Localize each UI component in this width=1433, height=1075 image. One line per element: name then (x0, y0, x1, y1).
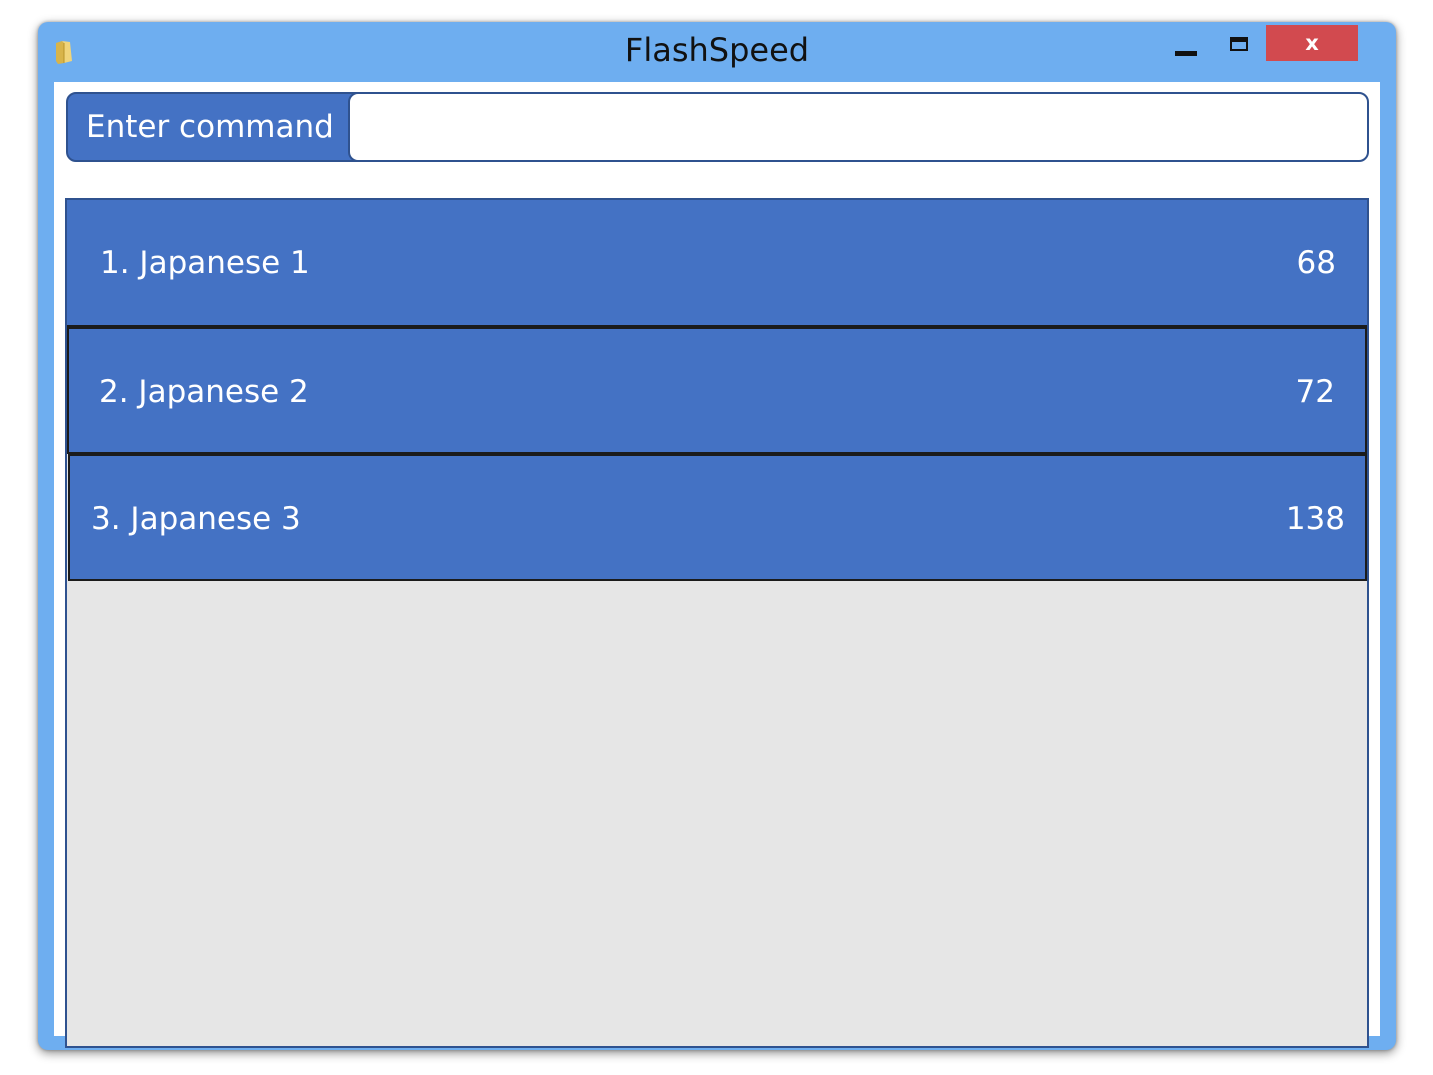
maximize-button[interactable] (1218, 30, 1262, 64)
deck-list-item[interactable]: 1. Japanese 1 68 (67, 200, 1367, 327)
command-input[interactable] (348, 92, 1369, 162)
deck-card-count: 68 (1296, 245, 1336, 281)
deck-name: 2. Japanese 2 (99, 374, 309, 410)
deck-name: 1. Japanese 1 (100, 245, 310, 281)
close-button[interactable]: x (1266, 25, 1358, 61)
deck-list-item[interactable]: 2. Japanese 2 72 (67, 327, 1367, 454)
minimize-icon (1175, 51, 1197, 56)
command-label: Enter command (66, 92, 366, 162)
maximize-icon (1230, 37, 1248, 51)
client-area: Enter command 1. Japanese 1 68 2. Japane… (54, 82, 1380, 1048)
deck-name: 3. Japanese 3 (91, 501, 301, 537)
deck-list: 1. Japanese 1 68 2. Japanese 2 72 3. Jap… (65, 198, 1369, 1048)
command-bar: Enter command (66, 92, 1369, 162)
deck-card-count: 72 (1295, 374, 1335, 410)
deck-list-item[interactable]: 3. Japanese 3 138 (68, 454, 1367, 581)
title-bar[interactable]: FlashSpeed x (38, 22, 1396, 80)
deck-card-count: 138 (1285, 501, 1345, 537)
minimize-button[interactable] (1166, 34, 1206, 68)
app-window: FlashSpeed x Enter command 1. Japanese 1… (38, 22, 1396, 1050)
